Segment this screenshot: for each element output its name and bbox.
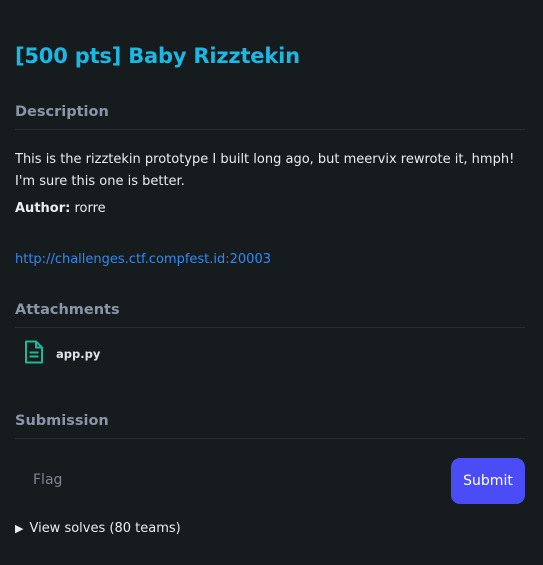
flag-input[interactable] — [15, 460, 447, 500]
submission-heading: Submission — [15, 413, 525, 439]
description-text: This is the rizztekin prototype I built … — [15, 152, 515, 189]
attachments-heading: Attachments — [15, 302, 525, 328]
view-solves-label: View solves (80 teams) — [29, 521, 181, 536]
author-line: Author: rorre — [15, 201, 106, 216]
view-solves-toggle[interactable]: ▶ View solves (80 teams) — [15, 521, 181, 536]
triangle-right-icon: ▶ — [15, 522, 24, 535]
challenge-title: [500 pts] Baby Rizztekin — [15, 44, 300, 68]
attachment-file-name: app.py — [56, 347, 101, 361]
file-document-icon — [24, 340, 44, 368]
author-name: rorre — [74, 201, 106, 216]
challenge-page: [500 pts] Baby Rizztekin Description Thi… — [0, 0, 543, 565]
description-heading: Description — [15, 104, 525, 130]
author-label: Author: — [15, 201, 71, 216]
attachment-item[interactable]: app.py — [24, 340, 100, 368]
submit-button[interactable]: Submit — [451, 458, 525, 504]
challenge-link[interactable]: http://challenges.ctf.compfest.id:20003 — [15, 252, 271, 267]
